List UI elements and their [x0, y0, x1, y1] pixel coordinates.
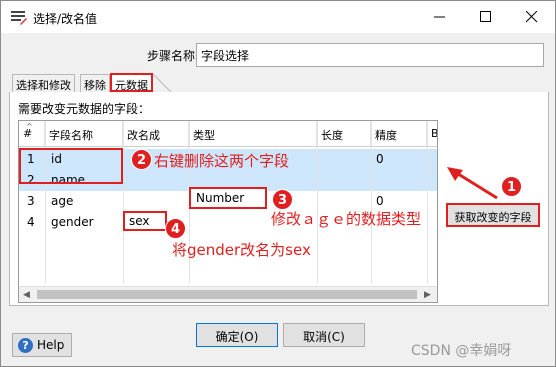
annotation-text-2: 右键删除这两个字段: [154, 152, 290, 170]
dialog-window: 选择/改名值 步骤名称 选择和修改 移除 元数据 需要改变元数据的字段： ^ #…: [0, 0, 556, 367]
maximize-button[interactable]: [463, 1, 509, 33]
help-label: Help: [37, 338, 65, 352]
annotation-badge-4: 4: [165, 218, 186, 239]
type-field-age[interactable]: Number: [189, 187, 267, 209]
column-divider: [45, 121, 46, 283]
help-icon: ?: [18, 338, 33, 353]
annotation-text-4: 将gender改名为sex: [172, 241, 311, 259]
fields-caption: 需要改变元数据的字段：: [18, 102, 151, 116]
help-button[interactable]: ? Help: [12, 333, 72, 357]
field-name-cell[interactable]: age: [51, 194, 73, 208]
annotation-arrow-icon: [447, 167, 498, 200]
column-divider: [317, 121, 318, 283]
precision-cell[interactable]: 0: [376, 194, 384, 208]
maximize-icon: [480, 11, 491, 22]
column-header-b[interactable]: B: [427, 121, 437, 146]
column-divider: [427, 121, 428, 283]
annotation-badge-1: 1: [501, 176, 522, 197]
step-name-input[interactable]: [196, 43, 544, 67]
scroll-right-icon[interactable]: ▶: [424, 290, 431, 300]
tab-select-modify[interactable]: 选择和修改: [12, 74, 75, 93]
rename-field-gender[interactable]: sex: [123, 211, 167, 231]
tab-metadata[interactable]: 元数据: [110, 73, 153, 92]
column-header-field-name[interactable]: 字段名称: [45, 121, 123, 146]
close-icon: [526, 11, 538, 23]
close-button[interactable]: [509, 1, 555, 33]
minimize-icon: [434, 16, 445, 18]
annotation-text-3: 修改ａｇｅ的数据类型: [271, 210, 422, 228]
header-divider: [19, 146, 437, 147]
app-icon: [11, 11, 27, 25]
minimize-button[interactable]: [417, 1, 463, 33]
window-title: 选择/改名值: [33, 12, 98, 26]
column-header-precision[interactable]: 精度: [371, 121, 427, 146]
cancel-button[interactable]: 取消(C): [283, 323, 365, 347]
step-name-label: 步骤名称: [147, 49, 196, 63]
column-divider: [371, 121, 372, 283]
column-header-length[interactable]: 长度: [317, 121, 371, 146]
scroll-left-icon[interactable]: ◀: [23, 290, 30, 300]
row-number: 3: [27, 194, 35, 208]
column-divider: [123, 121, 124, 283]
ok-button[interactable]: 确定(O): [196, 323, 278, 347]
horizontal-scrollbar[interactable]: ◀ ▶: [19, 286, 437, 302]
rows-1-2-highlight: [19, 148, 123, 184]
tab-remove[interactable]: 移除: [80, 74, 110, 93]
row-number: 4: [27, 215, 35, 229]
column-header-rename[interactable]: 改名成: [123, 121, 189, 146]
column-header-type[interactable]: 类型: [189, 121, 317, 146]
annotation-badge-2: 2: [131, 149, 152, 170]
get-changed-fields-button[interactable]: 获取改变的字段: [446, 203, 540, 227]
field-name-cell[interactable]: gender: [51, 215, 94, 229]
column-header-num[interactable]: #: [19, 121, 45, 146]
title-bar: 选择/改名值: [1, 1, 555, 33]
precision-cell[interactable]: 0: [376, 152, 384, 166]
watermark: CSDN @幸娟呀: [411, 343, 512, 359]
tab-edge: [153, 74, 172, 93]
scroll-thumb[interactable]: [37, 290, 417, 299]
annotation-badge-3: 3: [272, 189, 293, 210]
